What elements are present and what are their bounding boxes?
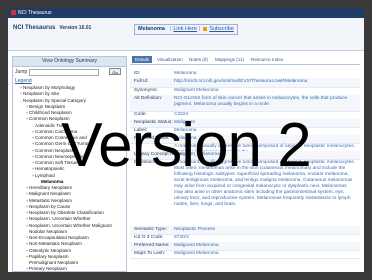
tree-item-label[interactable]: Non-Encapsulated Neoplasm <box>29 235 89 240</box>
detail-label: Alt Definition: <box>134 96 163 101</box>
concept-name: Melanoma <box>138 26 165 32</box>
detail-value: Malignant Melanoma <box>174 251 219 256</box>
detail-label: Synonyms: <box>134 88 158 93</box>
tab-bar: Details Visualization Notes (0) Mappings (1… <box>130 56 360 65</box>
top-bar: NCI Thesaurus <box>8 8 364 18</box>
jump-to-input[interactable] <box>29 69 99 76</box>
tree-item-label[interactable]: Malignant Neoplasm <box>29 191 71 196</box>
tree-item-label[interactable]: Premalignant Neoplasm <box>29 260 78 265</box>
tree-item-label[interactable]: Melanoma <box>41 179 63 184</box>
detail-label: Maps To Lash: <box>134 251 166 256</box>
tree-item-label[interactable]: Metastatic Neoplasm <box>29 198 72 203</box>
tree-item-label[interactable]: Nodular Neoplasm <box>29 229 67 234</box>
tree-item-label[interactable]: Neoplasm by Cause <box>29 204 70 209</box>
tree-item-label[interactable]: Neoplasm by Obsolete Classification <box>29 210 104 215</box>
detail-label: Icd O 3 Code: <box>134 235 164 240</box>
tab-notes[interactable]: Notes (0) <box>186 56 211 63</box>
tab-details[interactable]: Details <box>132 56 153 63</box>
detail-value[interactable]: http://ncicb.nci.nih.gov/xml/owl/EVS/The… <box>174 79 356 85</box>
jump-to-row: Jump To: Go <box>13 67 126 77</box>
version-watermark: Version 2 <box>61 111 312 180</box>
nci-logo-icon <box>11 10 16 16</box>
tree-item-label[interactable]: Papillary Neoplasm <box>29 254 69 259</box>
detail-value: NCI-GLOSS form of skin cancer that arise… <box>174 96 348 107</box>
detail-label: ID: <box>134 71 141 76</box>
top-bar-title: NCI Thesaurus <box>18 10 52 16</box>
brand: NCI Thesaurus Version 16.01 <box>13 25 91 31</box>
header: NCI Thesaurus Version 16.01 Melanoma | Link… <box>8 18 364 51</box>
concept-title-box: Melanoma | Link Here | Subscribe <box>134 24 238 35</box>
tree-item-label[interactable]: Primary Neoplasm <box>29 266 67 271</box>
detail-value: Neoplastic Process <box>174 227 216 232</box>
separator: | <box>198 26 201 32</box>
detail-row: Alt Definition: NCI-GLOSS form of skin ca… <box>130 95 360 112</box>
subscribe-link[interactable]: Subscribe <box>209 26 233 32</box>
detail-value: 8720/3 <box>174 235 189 240</box>
tree-item-label[interactable]: Neoplasm by Site <box>23 91 59 96</box>
detail-row: Maps To Lash: Malignant Melanoma <box>130 250 360 259</box>
tree-item-label[interactable]: Neoplasm, Uncertain Whether Malignant <box>29 223 112 228</box>
tree-item-label[interactable]: Neoplasm by Special Category <box>23 98 86 103</box>
tree-item-label[interactable]: Neoplasm by Morphology <box>23 85 75 90</box>
version-label: Version 16.01 <box>59 25 92 31</box>
go-button[interactable]: Go <box>109 68 121 75</box>
detail-value: Malignant Melanoma <box>174 243 219 248</box>
tab-resource-index[interactable]: Resource Index <box>248 56 286 63</box>
legend-label[interactable]: Legend <box>15 78 32 84</box>
detail-value: Melanoma <box>174 71 197 76</box>
tree-item[interactable]: +Primary Neoplasm <box>13 266 126 271</box>
tab-mappings[interactable]: Mappings (11) <box>212 56 247 63</box>
sidebar-title[interactable]: View Ontology Summary <box>13 57 126 67</box>
legend-link[interactable]: Legend <box>13 77 126 85</box>
detail-label: Full Id: <box>134 79 149 84</box>
tree-item-label[interactable]: Benign Neoplasm <box>29 104 65 109</box>
rss-icon <box>203 26 208 31</box>
tab-visualization[interactable]: Visualization <box>154 56 186 63</box>
tree-item-label[interactable]: Osteolytic Neoplasm <box>29 248 71 253</box>
brand-name: NCI Thesaurus <box>13 25 56 31</box>
detail-label: Preferred Name: <box>134 243 170 248</box>
tree-item-label[interactable]: Neoplasm, Uncertain Whether <box>29 216 91 221</box>
tree-item-label[interactable]: Non-Metastatic Neoplasm <box>29 241 82 246</box>
detail-value: Malignant Melanoma <box>174 88 219 93</box>
link-here-link[interactable]: Link Here <box>173 26 197 32</box>
detail-label: Semantic Type: <box>134 227 167 232</box>
tree-item-label[interactable]: Hereditary Neoplasm <box>29 185 72 190</box>
